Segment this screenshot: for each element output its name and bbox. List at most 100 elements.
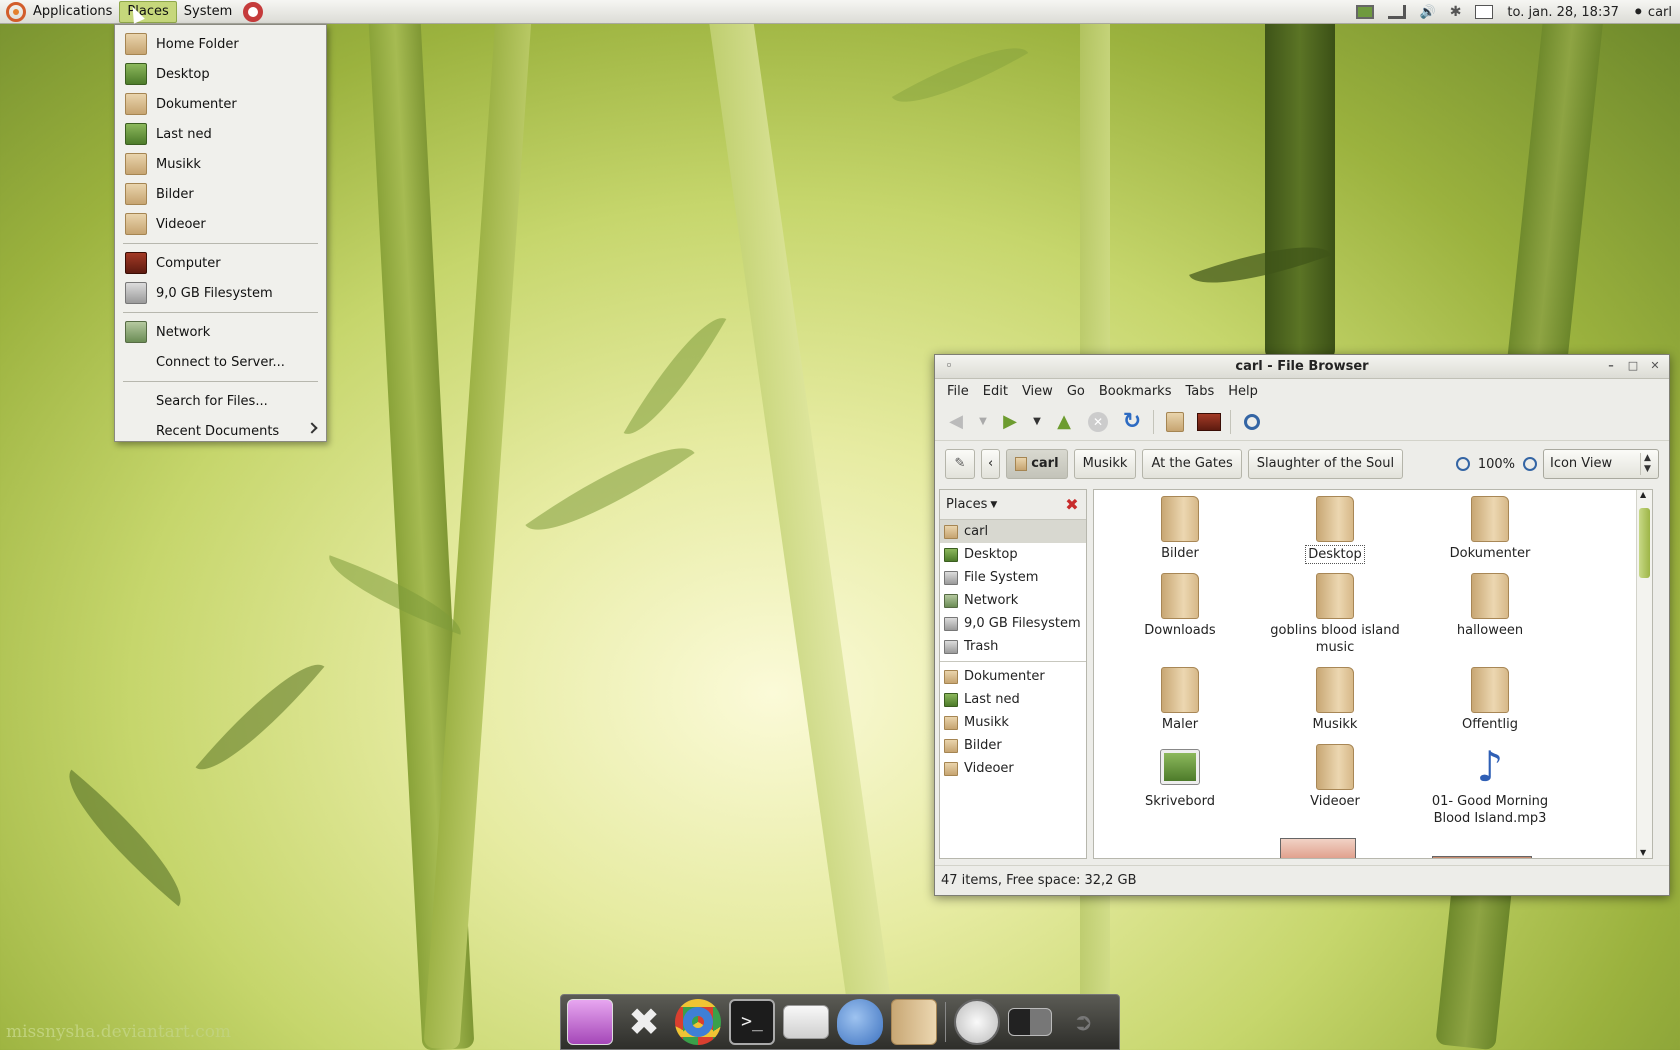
mail-client-icon[interactable] [783,1005,829,1039]
terminal-icon[interactable]: >_ [729,999,775,1045]
sidebar-item-dokumenter[interactable]: Dokumenter [940,665,1086,688]
edit-location-button[interactable]: ✎ [945,449,975,479]
sidebar-item-carl[interactable]: carl [940,520,1086,543]
vertical-scrollbar[interactable]: ▲ ▼ [1636,490,1652,858]
file-item-downloads[interactable]: Downloads [1110,573,1250,639]
sidebar-item-file-system[interactable]: File System [940,566,1086,589]
chrome-browser-icon[interactable] [675,999,721,1045]
file-item-maler[interactable]: Maler [1110,667,1250,733]
sidebar-item-trash[interactable]: Trash [940,635,1086,658]
scroll-down-icon[interactable]: ▼ [1640,848,1646,857]
breadcrumb-at-the-gates[interactable]: At the Gates [1142,449,1242,479]
clock-icon[interactable] [954,999,1000,1045]
pin-icon[interactable]: ➲ [1060,999,1106,1045]
window-titlebar[interactable]: ◦ carl - File Browser – □ ✕ [935,355,1669,379]
volume-icon[interactable]: 🔊 [1420,5,1436,20]
view-mode-select[interactable]: Icon View ▲ ▼ [1543,449,1659,479]
maximize-icon[interactable]: □ [1627,360,1639,372]
menu-item-search-for-files[interactable]: Search for Files... [115,386,326,416]
sidebar-header[interactable]: Places ▼ ✖ [940,490,1086,520]
menu-item-desktop[interactable]: Desktop [115,59,326,89]
menu-file[interactable]: File [941,384,975,399]
file-item-halloween[interactable]: halloween [1420,573,1560,639]
menu-item-last-ned[interactable]: Last ned [115,119,326,149]
bluetooth-icon[interactable]: ✱ [1450,4,1462,20]
file-item-desktop[interactable]: Desktop [1265,496,1405,564]
stop-button[interactable]: ✕ [1085,409,1111,435]
menu-go[interactable]: Go [1061,384,1091,399]
back-history-button[interactable]: ▼ [977,409,989,435]
image-thumbnail[interactable] [1280,838,1356,858]
sidebar-item-desktop[interactable]: Desktop [940,543,1086,566]
file-item-skrivebord[interactable]: Skrivebord [1110,744,1250,810]
menu-tabs[interactable]: Tabs [1179,384,1220,399]
window-menu-icon[interactable]: ◦ [943,360,955,372]
sidebar-item-network[interactable]: Network [940,589,1086,612]
close-icon[interactable]: ✕ [1649,360,1661,372]
home-button[interactable] [1162,409,1188,435]
minimize-icon[interactable]: – [1605,360,1617,372]
breadcrumb-musikk[interactable]: Musikk [1073,449,1137,479]
mail-icon[interactable] [1475,5,1494,19]
system-menu[interactable]: System [177,1,239,23]
file-icon-view: Bilder Desktop Dokumenter Downloads gobl… [1093,489,1653,859]
menu-item-dokumenter[interactable]: Dokumenter [115,89,326,119]
image-thumbnail[interactable] [1432,856,1532,858]
scrollbar-thumb[interactable] [1639,508,1650,578]
menu-item-connect-to-server[interactable]: Connect to Server... [115,347,326,377]
clock[interactable]: to. jan. 28, 18:37 [1507,5,1618,20]
reload-button[interactable]: ↻ [1119,409,1145,435]
forward-history-button[interactable]: ▼ [1031,409,1043,435]
search-button[interactable] [1239,409,1265,435]
breadcrumb-carl[interactable]: carl [1006,449,1068,479]
close-x-icon[interactable]: ✖ [621,999,667,1045]
pidgin-chat-icon[interactable] [837,999,883,1045]
file-item-videoer[interactable]: Videoer [1265,744,1405,810]
menu-help[interactable]: Help [1222,384,1264,399]
folder-icon [1471,573,1509,619]
back-button[interactable]: ◀ [943,409,969,435]
sidebar-item-last-ned[interactable]: Last ned [940,688,1086,711]
breadcrumb-back-button[interactable]: ‹ [981,449,1001,479]
menu-item-musikk[interactable]: Musikk [115,149,326,179]
computer-button[interactable] [1196,409,1222,435]
sidebar-item-bilder[interactable]: Bilder [940,734,1086,757]
up-button[interactable]: ▲ [1051,409,1077,435]
zoom-out-icon[interactable] [1455,457,1470,471]
file-item-bilder[interactable]: Bilder [1110,496,1250,562]
home-icon [1166,411,1184,432]
menu-item-network[interactable]: Network [115,317,326,347]
forward-button[interactable]: ▶ [997,409,1023,435]
home-folder-icon [125,33,147,55]
user-menu[interactable]: ⚫ carl [1633,5,1672,20]
menu-item-recent-documents[interactable]: Recent Documents [115,416,326,446]
sidebar-item-filesystem-9gb[interactable]: 9,0 GB Filesystem [940,612,1086,635]
menu-item-bilder[interactable]: Bilder [115,179,326,209]
close-sidebar-icon[interactable]: ✖ [1064,497,1080,513]
zoom-level[interactable]: 100% [1478,457,1515,472]
network-applet-icon[interactable] [1355,5,1374,19]
menu-item-home-folder[interactable]: Home Folder [115,29,326,59]
menu-bookmarks[interactable]: Bookmarks [1093,384,1178,399]
breadcrumb-slaughter-of-the-soul[interactable]: Slaughter of the Soul [1247,449,1404,479]
applications-menu[interactable]: Applications [26,1,119,23]
workspace-switcher-icon[interactable] [1008,1008,1052,1036]
help-icon[interactable] [243,1,264,22]
menu-item-computer[interactable]: Computer [115,248,326,278]
signal-strength-icon[interactable] [1387,5,1406,19]
file-item-dokumenter[interactable]: Dokumenter [1420,496,1560,562]
sidebar-item-musikk[interactable]: Musikk [940,711,1086,734]
settings-icon[interactable] [567,999,613,1045]
scroll-up-icon[interactable]: ▲ [1640,490,1646,499]
menu-edit[interactable]: Edit [977,384,1014,399]
zoom-in-icon[interactable] [1523,457,1537,471]
file-item-musikk[interactable]: Musikk [1265,667,1405,733]
file-item-goblins-blood-island-music[interactable]: goblins blood island music [1265,573,1405,656]
file-item-good-morning-blood-island-mp3[interactable]: ♪ 01- Good Morning Blood Island.mp3 [1420,744,1560,827]
sidebar-item-videoer[interactable]: Videoer [940,757,1086,780]
menu-item-videoer[interactable]: Videoer [115,209,326,239]
home-folder-dock-icon[interactable] [891,999,937,1045]
menu-view[interactable]: View [1016,384,1059,399]
menu-item-filesystem[interactable]: 9,0 GB Filesystem [115,278,326,308]
file-item-offentlig[interactable]: Offentlig [1420,667,1560,733]
